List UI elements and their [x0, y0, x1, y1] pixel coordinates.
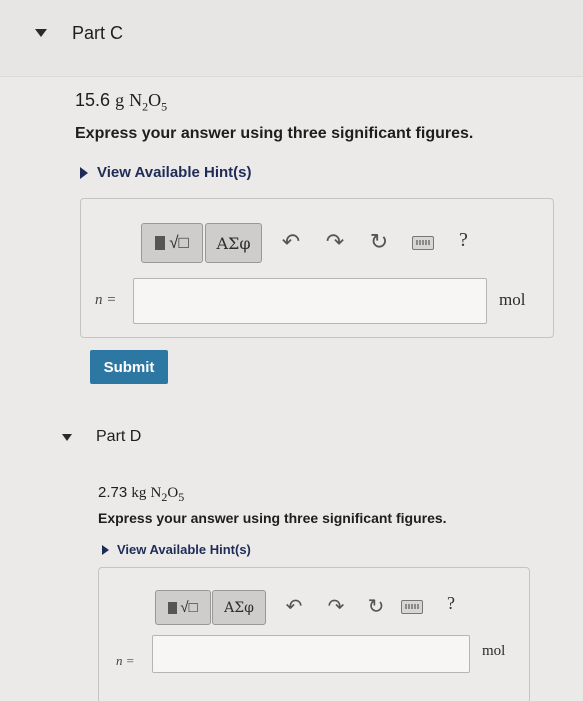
part-d-unit: mol	[482, 643, 506, 659]
symbols-button[interactable]: ΑΣφ	[205, 223, 262, 263]
part-d-title: Part D	[96, 428, 142, 445]
part-c-hint-link[interactable]: View Available Hint(s)	[80, 164, 252, 181]
part-c-title: Part C	[72, 23, 124, 43]
part-d-expand-caret-icon	[102, 544, 109, 555]
template-block-icon	[155, 236, 166, 250]
part-d-reset-icon[interactable]: ↻	[363, 592, 389, 620]
part-d-help-icon[interactable]: ?	[447, 593, 455, 614]
part-c-answer-box: √□ ΑΣφ ↶ ↷ ↻ ? n = mol	[80, 198, 554, 338]
submit-button[interactable]: Submit	[90, 350, 168, 384]
redo-icon[interactable]: ↷	[321, 227, 349, 257]
part-c-unit: mol	[499, 290, 526, 309]
part-d-symbols-button[interactable]: ΑΣφ	[212, 590, 266, 625]
part-d-variable-label: n =	[116, 653, 135, 668]
part-d-keyboard-icon[interactable]	[401, 600, 423, 614]
part-d-template-block-icon	[168, 601, 178, 614]
part-c-instruction: Express your answer using three signific…	[75, 125, 474, 142]
help-icon[interactable]: ?	[459, 229, 468, 252]
undo-icon[interactable]: ↶	[277, 227, 305, 257]
part-c-quantity: 15.6 g N2O5	[75, 90, 168, 114]
part-c-header[interactable]: Part C	[0, 0, 583, 77]
part-d-hint-link[interactable]: View Available Hint(s)	[102, 542, 251, 557]
part-d-instruction: Express your answer using three signific…	[98, 510, 447, 526]
part-d-undo-icon[interactable]: ↶	[281, 592, 307, 620]
part-d-templates-button[interactable]: √□	[155, 590, 211, 625]
expand-caret-icon	[80, 166, 88, 179]
part-d-collapse-caret-icon[interactable]	[62, 434, 72, 441]
keyboard-icon[interactable]	[412, 236, 434, 250]
part-d-answer-box: √□ ΑΣφ ↶ ↷ ↻ ? n = mol	[98, 567, 530, 701]
part-d-quantity: 2.73 kg N2O5	[98, 484, 185, 504]
templates-button[interactable]: √□	[141, 223, 203, 263]
part-d-redo-icon[interactable]: ↷	[323, 592, 349, 620]
part-d-answer-input[interactable]	[152, 635, 470, 673]
part-c-answer-input[interactable]	[133, 278, 487, 324]
collapse-caret-icon[interactable]	[35, 29, 47, 37]
reset-icon[interactable]: ↻	[365, 227, 393, 257]
part-c-variable-label: n =	[95, 292, 117, 308]
